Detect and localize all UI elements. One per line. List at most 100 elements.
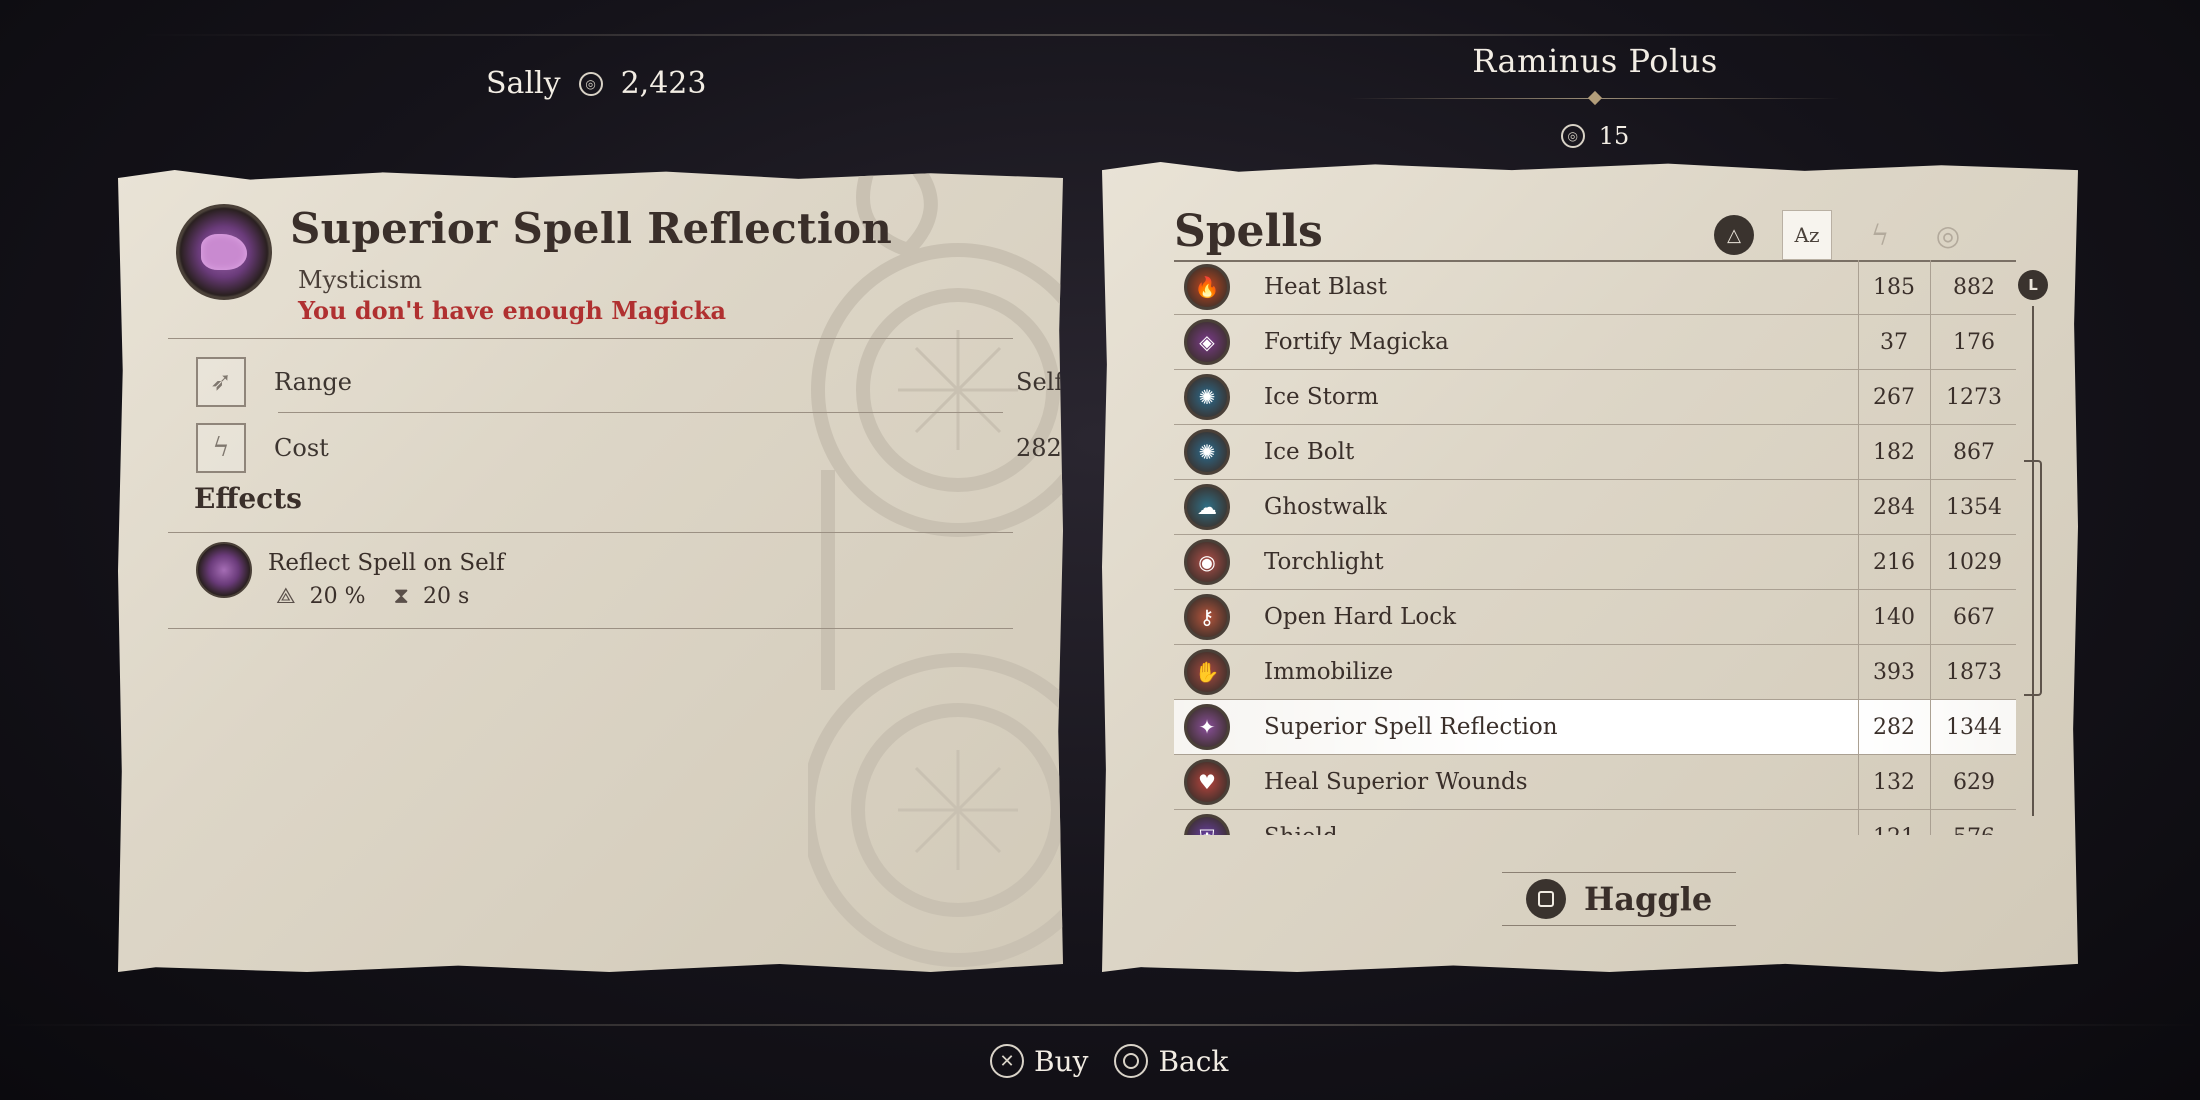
cost-value: 282 xyxy=(1016,434,1062,462)
top-divider xyxy=(140,34,2060,36)
spell-cost: 132 xyxy=(1873,769,1915,795)
column-divider xyxy=(1930,700,1931,754)
spell-cost: 267 xyxy=(1873,384,1915,410)
divider xyxy=(278,412,1003,413)
column-divider xyxy=(1930,810,1931,835)
spell-price: 1344 xyxy=(1946,714,2002,740)
spell-price: 176 xyxy=(1953,329,1995,355)
spell-row[interactable]: ✺ Ice Bolt 182 867 xyxy=(1174,425,2016,480)
haggle-button[interactable]: Haggle xyxy=(1502,872,1737,926)
spell-name: Ice Bolt xyxy=(1264,439,1355,465)
fire-icon: 🔥 xyxy=(1184,264,1230,310)
spell-name: Open Hard Lock xyxy=(1264,604,1457,630)
player-gold: 2,423 xyxy=(620,66,707,101)
spell-name: Torchlight xyxy=(1264,549,1384,575)
reflect-spell-icon xyxy=(196,542,252,598)
spell-row[interactable]: ⚷ Open Hard Lock 140 667 xyxy=(1174,590,2016,645)
column-divider xyxy=(1930,590,1931,644)
column-divider xyxy=(1930,645,1931,699)
list-scrollbar[interactable]: L xyxy=(2018,270,2048,830)
cross-button-icon: ✕ xyxy=(990,1044,1024,1078)
spell-price: 1029 xyxy=(1946,549,2002,575)
back-hint[interactable]: Back xyxy=(1114,1044,1228,1078)
sort-by-price-icon[interactable]: ◎ xyxy=(1928,215,1968,255)
spell-price: 576 xyxy=(1934,825,2014,836)
spell-title: Superior Spell Reflection xyxy=(290,204,893,253)
key-icon: ⚷ xyxy=(1184,594,1230,640)
column-divider xyxy=(1930,535,1931,589)
effect-duration: 20 s xyxy=(422,584,470,609)
spell-row[interactable]: 🔥 Heat Blast 185 882 xyxy=(1174,260,2016,315)
merchant-name: Raminus Polus xyxy=(1472,42,1718,80)
column-divider xyxy=(1858,645,1859,699)
spell-row[interactable]: ✦ Superior Spell Reflection 282 1344 xyxy=(1174,700,2016,755)
spell-name: Fortify Magicka xyxy=(1264,329,1449,355)
merchant-info: Raminus Polus ◎ 15 xyxy=(1350,42,1840,150)
divider xyxy=(168,532,1013,533)
mysticism-watermark-icon xyxy=(808,170,1063,967)
merchant-gold-display: ◎ 15 xyxy=(1350,122,1840,150)
column-divider xyxy=(1930,370,1931,424)
paralyze-icon: ✋ xyxy=(1184,649,1230,695)
spell-price: 1354 xyxy=(1946,494,2002,520)
ornament-divider xyxy=(1350,88,1840,110)
square-button-icon xyxy=(1526,879,1566,919)
range-icon: ➶ xyxy=(196,357,246,407)
magicka-cost-icon: ϟ xyxy=(196,423,246,473)
spell-price: 667 xyxy=(1953,604,1995,630)
spell-school: Mysticism xyxy=(298,266,422,294)
column-divider xyxy=(1858,315,1859,369)
scroll-thumb[interactable] xyxy=(2024,460,2042,696)
column-divider xyxy=(1858,370,1859,424)
player-info: Sally ◎ 2,423 xyxy=(486,66,706,101)
effect-stats: ⟁ 20 % ⧗ 20 s xyxy=(276,584,469,609)
spell-row[interactable]: ✺ Ice Storm 267 1273 xyxy=(1174,370,2016,425)
cost-row: ϟ Cost 282 xyxy=(196,420,1063,476)
list-title: Spells xyxy=(1174,206,1323,257)
buy-hint[interactable]: ✕ Buy xyxy=(990,1044,1088,1078)
merchant-gold: 15 xyxy=(1598,122,1630,150)
column-divider xyxy=(1858,810,1859,835)
spell-name: Shield xyxy=(1264,824,1338,835)
column-divider xyxy=(1930,480,1931,534)
column-divider xyxy=(1858,755,1859,809)
gold-coin-icon: ◎ xyxy=(578,71,603,96)
cost-label: Cost xyxy=(274,434,329,462)
circle-button-icon xyxy=(1114,1044,1149,1078)
range-row: ➶ Range Self xyxy=(196,354,1063,410)
spell-row[interactable]: ◉ Torchlight 216 1029 xyxy=(1174,535,2016,590)
l-stick-button-icon[interactable]: L xyxy=(2018,270,2048,300)
spell-cost: 182 xyxy=(1873,439,1915,465)
spell-name: Heat Blast xyxy=(1264,274,1387,300)
frost-burst-icon: ✺ xyxy=(1184,429,1230,475)
spell-list-panel: Spells △ Az ϟ ◎ 🔥 Heat Blast 185 882 ◈ Fortif… xyxy=(1102,162,2078,972)
spell-icon-frame xyxy=(176,204,272,300)
spell-name: Heal Superior Wounds xyxy=(1264,769,1528,795)
spell-cost: 393 xyxy=(1873,659,1915,685)
insufficient-magicka-warning: You don't have enough Magicka xyxy=(298,296,727,325)
spell-cost: 216 xyxy=(1873,549,1915,575)
spell-row[interactable]: ✋ Immobilize 393 1873 xyxy=(1174,645,2016,700)
hourglass-icon: ⧗ xyxy=(393,584,409,609)
spell-row[interactable]: ◈ Fortify Magicka 37 176 xyxy=(1174,315,2016,370)
effect-name: Reflect Spell on Self xyxy=(268,550,505,576)
spell-price: 1873 xyxy=(1946,659,2002,685)
spell-cost: 121 xyxy=(1864,825,1924,836)
spell-name: Ghostwalk xyxy=(1264,494,1387,520)
sort-by-cost-icon[interactable]: ϟ xyxy=(1860,215,1900,255)
spell-row[interactable]: ⛨ Shield 121 576 xyxy=(1174,810,2016,835)
ghost-icon: ☁ xyxy=(1184,484,1230,530)
triangle-button-icon[interactable]: △ xyxy=(1714,215,1754,255)
column-divider xyxy=(1858,535,1859,589)
heart-icon: ♥ xyxy=(1184,759,1230,805)
spell-name: Ice Storm xyxy=(1264,384,1379,410)
reflect-icon: ✦ xyxy=(1184,704,1230,750)
divider xyxy=(168,628,1013,629)
spell-cost: 185 xyxy=(1873,274,1915,300)
divider xyxy=(168,338,1013,339)
spell-row[interactable]: ☁ Ghostwalk 284 1354 xyxy=(1174,480,2016,535)
sort-alphabetical-button[interactable]: Az xyxy=(1782,210,1832,260)
spell-row[interactable]: ♥ Heal Superior Wounds 132 629 xyxy=(1174,755,2016,810)
spell-price: 629 xyxy=(1953,769,1995,795)
spell-name: Immobilize xyxy=(1264,659,1394,685)
